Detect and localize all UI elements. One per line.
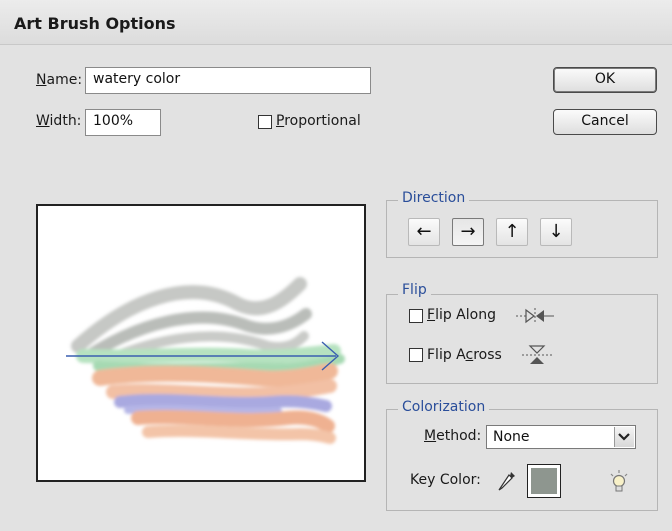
arrow-right-button[interactable]: → (452, 218, 484, 246)
key-color-fill (531, 468, 557, 494)
key-color-swatch[interactable] (527, 464, 561, 498)
art-brush-options-dialog: Art Brush Options Name: watery color Wid… (0, 0, 672, 531)
method-label-rest: ethod: (436, 428, 482, 444)
arrow-down-icon: ↓ (548, 221, 564, 242)
name-input[interactable]: watery color (85, 67, 371, 94)
chevron-down-icon[interactable] (614, 427, 634, 447)
orange-stroke-4 (142, 424, 336, 444)
orange-stroke-1 (92, 363, 338, 387)
method-selected-value: None (493, 429, 530, 445)
name-label-rest: ame: (46, 72, 83, 88)
title-bar: Art Brush Options (0, 0, 672, 45)
arrow-down-button[interactable]: ↓ (540, 218, 572, 246)
flip-across-label[interactable]: Flip Across (427, 347, 502, 363)
flip-across-label-start: Flip A (427, 347, 466, 363)
method-select[interactable]: None (486, 425, 636, 449)
method-label: Method: (424, 428, 482, 444)
proportional-label-rest: roportional (284, 113, 361, 129)
flip-across-icon (522, 345, 552, 364)
flip-across-label-rest: ross (473, 347, 502, 363)
lightbulb-icon[interactable] (608, 469, 630, 495)
proportional-checkbox[interactable] (258, 115, 272, 129)
arrow-up-button[interactable]: ↑ (496, 218, 528, 246)
width-input[interactable]: 100% (85, 109, 161, 136)
flip-along-icon (516, 308, 554, 324)
flip-across-checkbox[interactable] (409, 348, 423, 362)
flip-along-label[interactable]: Flip Along (427, 307, 496, 323)
flip-group-title: Flip (398, 282, 431, 298)
arrow-left-icon: ← (416, 221, 432, 242)
orange-stroke-2 (106, 379, 337, 402)
key-color-label: Key Color: (410, 472, 481, 488)
direction-group-title: Direction (398, 190, 470, 206)
name-label: Name: (36, 72, 83, 88)
arrow-left-button[interactable]: ← (408, 218, 440, 246)
colorization-group-title: Colorization (398, 399, 490, 415)
flip-along-label-rest: lip Along (435, 307, 496, 323)
width-label: Width: (36, 113, 82, 129)
flip-along-checkbox[interactable] (409, 309, 423, 323)
brush-stroke-preview (66, 277, 345, 444)
orange-stroke-3 (131, 410, 335, 433)
proportional-label[interactable]: Proportional (276, 113, 361, 129)
arrow-right-icon: → (460, 221, 476, 242)
cancel-button[interactable]: Cancel (553, 109, 657, 135)
eyedropper-icon[interactable] (496, 469, 518, 493)
width-label-rest: idth: (49, 113, 82, 129)
brush-preview (36, 204, 366, 482)
arrow-up-icon: ↑ (504, 221, 520, 242)
dialog-title: Art Brush Options (14, 14, 176, 33)
ok-button[interactable]: OK (553, 67, 657, 93)
